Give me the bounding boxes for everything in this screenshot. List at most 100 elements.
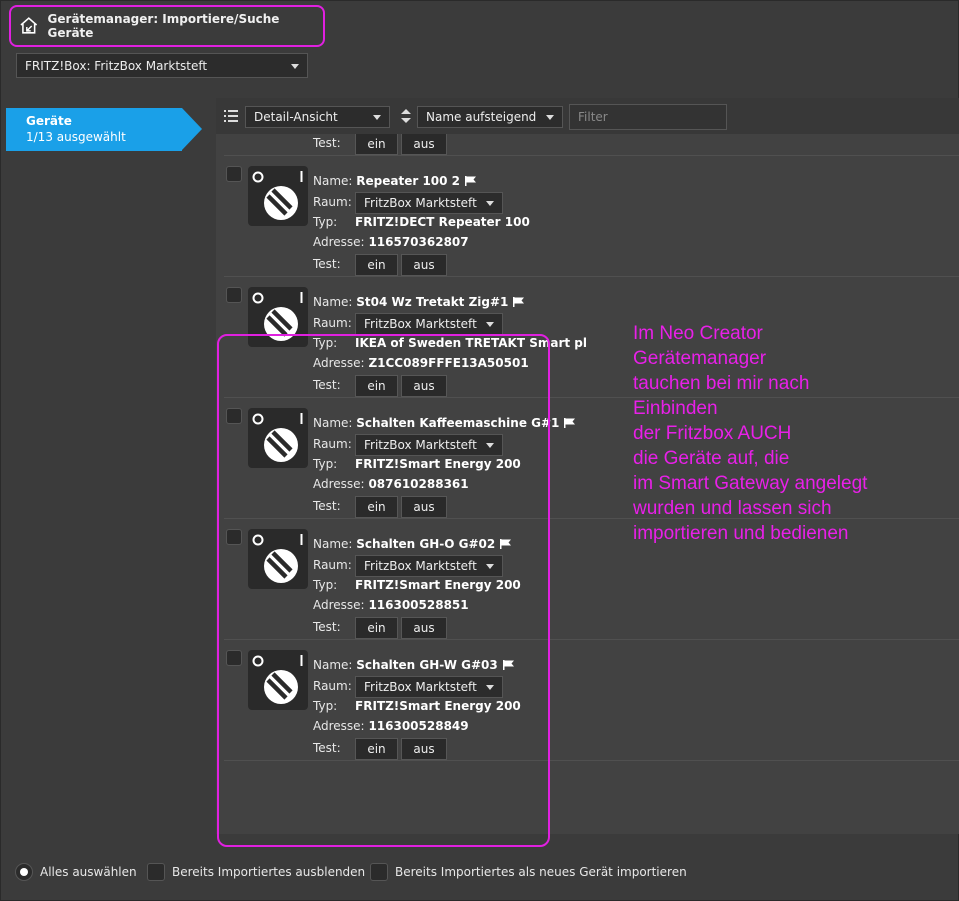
- device-type: FRITZ!Smart Energy 200: [355, 457, 521, 471]
- annotation-line: importieren und bedienen: [633, 523, 849, 544]
- test-on-button[interactable]: ein: [355, 134, 398, 155]
- device-address-field: Adresse: 116300528849: [313, 719, 469, 733]
- device-address-field: Adresse: Z1CC089FFFE13A50501: [313, 356, 529, 370]
- device-address: 116300528851: [368, 598, 469, 612]
- test-off-button[interactable]: aus: [401, 134, 447, 155]
- chevron-down-icon: [291, 63, 299, 69]
- annotation-line: Einbinden: [633, 398, 718, 419]
- footer-options: Alles auswählen Bereits Importiertes aus…: [1, 859, 959, 887]
- view-mode-value: Detail-Ansicht: [254, 110, 338, 124]
- device-row: Name: Repeater 100 2 Raum: FritzBox Markts…: [224, 156, 959, 277]
- test-off-button[interactable]: aus: [401, 738, 447, 760]
- flag-icon: [564, 417, 576, 428]
- window-title: Gerätemanager: Importiere/Suche Geräte: [47, 12, 280, 40]
- room-label: Raum:: [313, 316, 352, 330]
- import-as-new-checkbox[interactable]: [370, 863, 388, 881]
- flag-icon: [513, 296, 525, 307]
- address-label: Adresse:: [313, 356, 365, 370]
- test-off-button[interactable]: aus: [401, 617, 447, 639]
- name-label: Name:: [313, 537, 353, 551]
- gateway-select[interactable]: FRITZ!Box: FritzBox Marktsteft: [16, 53, 308, 78]
- room-select[interactable]: FritzBox Marktsteft: [355, 555, 503, 577]
- test-label: Test:: [313, 257, 341, 271]
- address-label: Adresse:: [313, 598, 365, 612]
- device-address: Z1CC089FFFE13A50501: [368, 356, 529, 370]
- device-type: FRITZ!Smart Energy 200: [355, 578, 521, 592]
- annotation-line: die Geräte auf, die: [633, 448, 790, 469]
- filter-input[interactable]: [569, 104, 727, 130]
- room-select[interactable]: FritzBox Marktsteft: [355, 192, 503, 214]
- sort-value: Name aufsteigend: [426, 110, 537, 124]
- sort-icon[interactable]: [401, 109, 411, 123]
- device-room-field: Raum:: [313, 679, 352, 693]
- sidebar-tab-devices[interactable]: Geräte 1/13 ausgewählt: [6, 108, 202, 151]
- device-type: FRITZ!DECT Repeater 100: [355, 215, 530, 229]
- device-name: St04 Wz Tretakt Zig#1: [356, 295, 509, 309]
- test-off-button[interactable]: aus: [401, 254, 447, 276]
- room-select[interactable]: FritzBox Marktsteft: [355, 313, 503, 335]
- device-address: 116570362807: [368, 235, 469, 249]
- home-import-icon: [20, 17, 38, 34]
- device-checkbox[interactable]: [226, 650, 242, 666]
- test-off-button[interactable]: aus: [401, 496, 447, 518]
- name-label: Name:: [313, 658, 353, 672]
- import-as-new-option[interactable]: Bereits Importiertes als neues Gerät imp…: [370, 863, 687, 881]
- chevron-down-icon: [486, 322, 494, 327]
- device-checkbox[interactable]: [226, 408, 242, 424]
- device-address: 116300528849: [368, 719, 469, 733]
- select-all-radio[interactable]: [15, 863, 33, 881]
- room-value: FritzBox Marktsteft: [364, 680, 477, 694]
- test-on-button[interactable]: ein: [355, 617, 398, 639]
- device-type-field: Typ: IKEA of Sweden TRETAKT Smart pl: [313, 336, 587, 350]
- device-room-field: Raum:: [313, 316, 352, 330]
- room-value: FritzBox Marktsteft: [364, 559, 477, 573]
- type-label: Typ:: [313, 215, 338, 229]
- test-on-button[interactable]: ein: [355, 496, 398, 518]
- test-label: Test:: [313, 136, 341, 150]
- list-view-icon: [224, 110, 238, 122]
- sidebar-tab-label: Geräte: [26, 114, 72, 128]
- device-room-field: Raum:: [313, 437, 352, 451]
- import-as-new-label: Bereits Importiertes als neues Gerät imp…: [395, 865, 687, 879]
- test-on-button[interactable]: ein: [355, 375, 398, 397]
- device-manager-window: Gerätemanager: Importiere/Suche Geräte F…: [0, 0, 959, 901]
- device-name: Repeater 100 2: [356, 174, 461, 188]
- sort-select[interactable]: Name aufsteigend: [417, 106, 563, 128]
- room-label: Raum:: [313, 195, 352, 209]
- room-label: Raum:: [313, 437, 352, 451]
- device-name: Schalten GH-W G#03: [356, 658, 498, 672]
- device-test-field: Test:: [313, 378, 341, 392]
- window-titlebar: Gerätemanager: Importiere/Suche Geräte: [9, 5, 325, 47]
- test-label: Test:: [313, 741, 341, 755]
- view-mode-select[interactable]: Detail-Ansicht: [245, 106, 390, 128]
- test-label: Test:: [313, 499, 341, 513]
- hide-imported-option[interactable]: Bereits Importiertes ausblenden: [147, 863, 365, 881]
- device-row: Name: Schalten GH-W G#03 Raum: FritzBox Ma…: [224, 640, 959, 761]
- device-name-field: Name: Repeater 100 2: [313, 174, 477, 188]
- device-type-field: Typ: FRITZ!Smart Energy 200: [313, 457, 521, 471]
- address-label: Adresse:: [313, 235, 365, 249]
- chevron-down-icon: [546, 115, 554, 120]
- room-select[interactable]: FritzBox Marktsteft: [355, 676, 503, 698]
- address-label: Adresse:: [313, 719, 365, 733]
- annotation-line: im Smart Gateway angelegt: [633, 473, 868, 494]
- device-name-field: Name: St04 Wz Tretakt Zig#1: [313, 295, 525, 309]
- annotation-text: Im Neo Creator Gerätemanager tauchen bei m…: [633, 321, 953, 546]
- chevron-down-icon: [486, 443, 494, 448]
- annotation-line: wurden und lassen sich: [633, 498, 832, 519]
- hide-imported-checkbox[interactable]: [147, 863, 165, 881]
- gateway-select-value: FRITZ!Box: FritzBox Marktsteft: [25, 58, 208, 73]
- device-address-field: Adresse: 116300528851: [313, 598, 469, 612]
- device-name-field: Name: Schalten GH-O G#02: [313, 537, 512, 551]
- device-checkbox[interactable]: [226, 529, 242, 545]
- device-checkbox[interactable]: [226, 287, 242, 303]
- test-on-button[interactable]: ein: [355, 254, 398, 276]
- chevron-down-icon: [486, 685, 494, 690]
- test-off-button[interactable]: aus: [401, 375, 447, 397]
- room-select[interactable]: FritzBox Marktsteft: [355, 434, 503, 456]
- test-on-button[interactable]: ein: [355, 738, 398, 760]
- select-all-option[interactable]: Alles auswählen: [15, 863, 137, 881]
- type-label: Typ:: [313, 699, 338, 713]
- device-room-field: Raum:: [313, 558, 352, 572]
- device-checkbox[interactable]: [226, 166, 242, 182]
